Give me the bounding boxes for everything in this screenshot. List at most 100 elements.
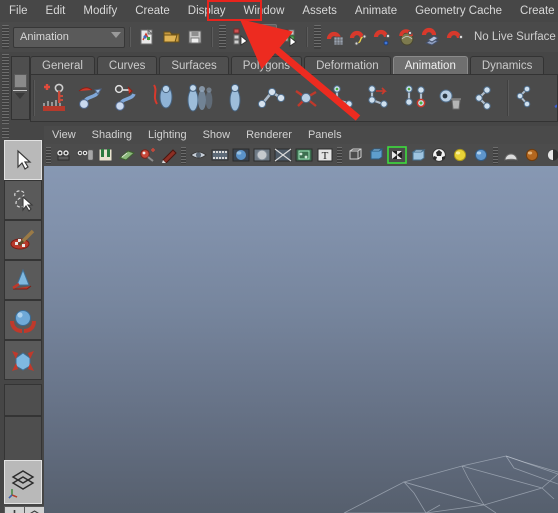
viewport-quality-gripper[interactable] (493, 146, 498, 164)
shaded-wireframe-icon[interactable] (386, 145, 407, 165)
ground-grid (343, 455, 558, 513)
shelf-gripper-left[interactable] (33, 80, 35, 116)
select-by-hierarchy-icon[interactable] (229, 25, 251, 49)
tool-move[interactable] (4, 260, 42, 300)
viewport-menu-show[interactable]: Show (195, 129, 239, 141)
menu-display[interactable]: Display (179, 2, 235, 21)
bookmarks-icon[interactable] (95, 145, 116, 165)
toolbox-gripper[interactable] (2, 128, 9, 138)
shelf-full-body-ik-icon[interactable] (217, 78, 253, 118)
resolution-gate-icon[interactable] (230, 145, 251, 165)
shelf-set-breakdown-key-icon[interactable] (73, 78, 109, 118)
shelf-tab-polygons[interactable]: Polygons (230, 56, 303, 75)
scene-open-icon[interactable] (160, 25, 182, 49)
viewport-display-gripper[interactable] (181, 146, 186, 164)
snap-to-grids-icon[interactable] (324, 25, 346, 49)
shelf-tab-curves[interactable]: Curves (96, 56, 158, 75)
shelf-set-key-icon[interactable] (37, 78, 73, 118)
viewport-menu-renderer[interactable]: Renderer (238, 129, 300, 141)
tool-scale[interactable] (4, 340, 42, 380)
use-default-light-icon[interactable] (449, 145, 470, 165)
shelf-tab-deformation[interactable]: Deformation (304, 56, 391, 75)
isolate-select-icon[interactable] (188, 145, 209, 165)
camera-attributes-icon[interactable] (74, 145, 95, 165)
statusbar-gripper[interactable] (2, 25, 9, 49)
grease-pencil-icon[interactable] (158, 145, 179, 165)
shelf-tab-surfaces[interactable]: Surfaces (159, 56, 229, 75)
shelf-remove-joint-icon[interactable] (433, 78, 469, 118)
menu-animate[interactable]: Animate (346, 2, 406, 21)
menu-edit[interactable]: Edit (37, 2, 75, 21)
menu-create-deformers[interactable]: Create Deformers (511, 2, 558, 21)
select-by-object-type-icon[interactable] (253, 24, 277, 50)
menu-geometry-cache[interactable]: Geometry Cache (406, 2, 511, 21)
menu-assets[interactable]: Assets (293, 2, 346, 21)
image-plane-icon[interactable] (116, 145, 137, 165)
wireframe-icon[interactable] (344, 145, 365, 165)
shelf-tab-animation[interactable]: Animation (392, 56, 468, 75)
tool-rotate[interactable] (4, 300, 42, 340)
safe-title-icon[interactable]: T (314, 145, 335, 165)
snap-to-curves-icon[interactable] (348, 25, 370, 49)
shelf-tab-dynamics[interactable]: Dynamics (469, 56, 545, 75)
tool-lasso-select[interactable] (4, 180, 42, 220)
shelf-create-character-set-icon[interactable] (181, 78, 217, 118)
snap-to-projected-center-icon[interactable] (396, 25, 418, 49)
flat-shade-icon[interactable] (407, 145, 428, 165)
snap-to-view-planes-icon[interactable] (420, 25, 442, 49)
safe-action-icon[interactable] (293, 145, 314, 165)
field-chart-icon[interactable] (272, 145, 293, 165)
select-camera-icon[interactable] (53, 145, 74, 165)
snap-gripper[interactable] (314, 25, 321, 49)
layout-single-perspective[interactable] (4, 460, 42, 504)
select-by-component-type-icon[interactable] (279, 25, 301, 49)
shelf-insert-joint-tool-icon[interactable] (325, 78, 361, 118)
shelf-scroll-thumb[interactable] (14, 74, 27, 88)
scene-save-icon[interactable] (184, 25, 206, 49)
shelf-gripper[interactable] (2, 54, 9, 124)
viewport-shading-gripper[interactable] (337, 146, 342, 164)
shelf-create-joints-icon[interactable] (253, 78, 289, 118)
menu-file[interactable]: File (0, 2, 37, 21)
selection-mask-gripper[interactable] (219, 25, 226, 49)
shelf-orient-joint-icon[interactable] (469, 78, 505, 118)
use-all-lights-icon[interactable] (470, 145, 491, 165)
tool-paint-select[interactable] (4, 220, 42, 260)
menu-create[interactable]: Create (126, 2, 179, 21)
viewport-menu-view[interactable]: View (44, 129, 84, 141)
high-quality-render-icon[interactable] (542, 145, 558, 165)
viewport-menu-shading[interactable]: Shading (84, 129, 140, 141)
chevron-down-icon[interactable] (15, 93, 25, 99)
shelf-connect-joint-icon[interactable] (397, 78, 433, 118)
occlusion-icon[interactable] (521, 145, 542, 165)
textured-icon[interactable] (428, 145, 449, 165)
toolbar-separator-1 (129, 27, 131, 47)
shelf-local-axis-icon[interactable] (547, 78, 557, 118)
shelf-mirror-joint-icon[interactable] (361, 78, 397, 118)
shelf-tab-general[interactable]: General (30, 56, 95, 75)
menuset-dropdown[interactable]: Animation (13, 26, 125, 48)
snap-to-points-icon[interactable] (372, 25, 394, 49)
viewport-menu-panels[interactable]: Panels (300, 129, 350, 141)
menu-window[interactable]: Window (234, 2, 293, 21)
scene-new-icon[interactable] (136, 25, 158, 49)
tool-select[interactable] (4, 140, 42, 180)
two-d-pan-zoom-icon[interactable] (137, 145, 158, 165)
shadows-icon[interactable] (500, 145, 521, 165)
gate-mask-icon[interactable] (251, 145, 272, 165)
make-live-icon[interactable] (444, 25, 466, 49)
smooth-shade-all-icon[interactable] (365, 145, 386, 165)
viewport-menu-lighting[interactable]: Lighting (140, 129, 195, 141)
film-gate-icon[interactable] (209, 145, 230, 165)
menu-modify[interactable]: Modify (74, 2, 126, 21)
move-tool-icon (12, 268, 32, 290)
shelf-scroll-control[interactable] (11, 56, 30, 120)
viewport-toolbar-gripper[interactable] (46, 146, 51, 164)
layout-persp-outliner[interactable] (24, 506, 45, 513)
layout-four-view[interactable] (4, 506, 25, 513)
shelf-joint-axis-icon[interactable] (511, 78, 547, 118)
viewport-3d-canvas[interactable] (44, 166, 558, 513)
shelf-ik-handle-tool-icon[interactable] (145, 78, 181, 118)
shelf-set-driven-key-icon[interactable] (109, 78, 145, 118)
shelf-ik-spline-handle-icon[interactable] (289, 78, 325, 118)
